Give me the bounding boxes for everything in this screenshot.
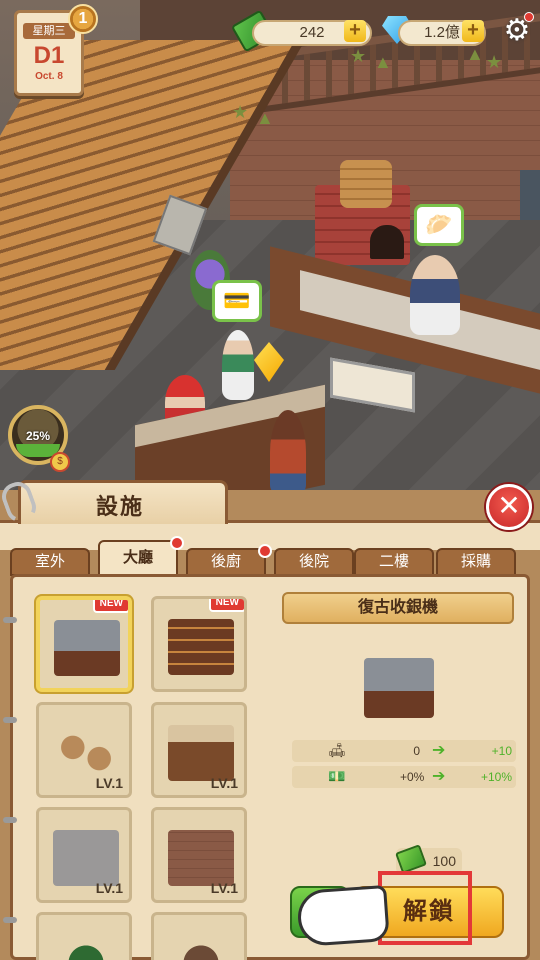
tab-label: 採購 (460, 553, 491, 570)
day-label: D1 (33, 42, 65, 69)
stat-current: +0% (400, 770, 425, 784)
stat-next: +10 (491, 744, 512, 758)
new-badge: NEW (208, 599, 244, 612)
tab-kitchen[interactable]: 後廚 (186, 544, 272, 576)
tab-label: 二樓 (378, 553, 409, 570)
card-terminal-icon: 💳 (223, 288, 251, 313)
level-label: LV.1 (210, 880, 238, 896)
item-wall[interactable]: LV.1 (151, 807, 247, 903)
tab-label: 後廚 (210, 553, 241, 570)
counter-icon (168, 725, 234, 781)
item-counter[interactable]: LV.1 (151, 702, 247, 798)
add-gems-button[interactable]: + (462, 20, 484, 42)
item-tables[interactable]: LV.1 (36, 702, 132, 798)
tab-backyard[interactable]: 後院 (274, 548, 354, 576)
notification-dot (258, 544, 272, 558)
level-label: LV.1 (210, 775, 238, 791)
floor-tile-icon (53, 830, 119, 886)
potted-plant-icon (53, 935, 119, 960)
level-label: LV.1 (95, 775, 123, 791)
star-garland-icon: ★ (350, 46, 367, 66)
level-label: LV.1 (95, 880, 123, 896)
bookshelf-icon (168, 619, 234, 675)
settings-notification-dot (524, 12, 534, 22)
tree-ornament-icon: ▲ (466, 44, 484, 64)
tree-ornament-icon: ▲ (256, 108, 274, 128)
category-tabs: 室外 大廳 後廚 後院 二樓 採購 (10, 536, 530, 576)
tab-second-floor[interactable]: 二樓 (354, 548, 434, 576)
tab-label: 後院 (298, 553, 329, 570)
star-garland-icon: ★ (486, 52, 503, 72)
money-icon: 💵 (328, 768, 346, 784)
cash-register-preview-icon (364, 658, 434, 718)
notification-dot (170, 536, 184, 550)
tab-label: 室外 (34, 553, 65, 570)
arrow-right-icon: ➔ (432, 742, 446, 759)
bamboo-steamer (340, 160, 392, 208)
tab-outdoor[interactable]: 室外 (10, 548, 90, 576)
comfort-stat-row: 🛋 0 ➔ +10 (292, 740, 516, 762)
item-detail-title: 復古收銀機 (282, 592, 514, 624)
stat-next: +10% (480, 770, 512, 784)
dining-tables-icon (53, 725, 119, 781)
item-plant[interactable] (36, 912, 132, 960)
coin-icon: $ (50, 452, 70, 472)
weekday-label: 星期三 (23, 23, 75, 39)
binder-ring (3, 717, 17, 723)
oven-opening (370, 225, 404, 259)
tab-purchase[interactable]: 採購 (436, 548, 516, 576)
cash-register-icon (54, 620, 120, 676)
item-clock[interactable] (151, 912, 247, 960)
bread-icon: 🥟 (425, 212, 453, 237)
fridge (520, 170, 540, 220)
calendar-badge: 1 (68, 4, 98, 34)
item-floor[interactable]: LV.1 (36, 807, 132, 903)
baker-character[interactable] (222, 330, 254, 400)
star-garland-icon: ★ (232, 102, 249, 122)
wall-clock-icon (168, 935, 234, 960)
tab-label: 大廳 (122, 549, 153, 566)
tree-ornament-icon: ▲ (374, 52, 392, 72)
arrow-right-icon: ➔ (432, 768, 446, 785)
new-badge: NEW (92, 600, 128, 613)
item-shelf[interactable]: NEW (151, 596, 247, 692)
bread-request-bubble[interactable]: 🥟 (414, 204, 464, 246)
close-button[interactable]: ✕ (486, 484, 532, 530)
customer-character[interactable] (270, 410, 306, 495)
sofa-icon: 🛋 (328, 742, 346, 758)
tab-lobby[interactable]: 大廳 (98, 536, 184, 576)
chef-character[interactable] (410, 255, 460, 335)
binder-ring (3, 917, 17, 923)
binder-ring (3, 617, 17, 623)
panel-title: 設施 (95, 494, 144, 519)
item-cash-register[interactable]: NEW (36, 596, 132, 692)
binder-ring (3, 817, 17, 823)
date-label: Oct. 8 (35, 71, 63, 82)
add-cash-button[interactable]: + (344, 20, 366, 42)
income-stat-row: 💵 +0% ➔ +10% (292, 766, 516, 788)
register-request-bubble[interactable]: 💳 (212, 280, 262, 322)
progress-percent: 25% (25, 429, 51, 443)
wall-icon (168, 830, 234, 886)
stat-current: 0 (413, 744, 420, 758)
tutorial-pointing-hand-icon (296, 884, 390, 948)
